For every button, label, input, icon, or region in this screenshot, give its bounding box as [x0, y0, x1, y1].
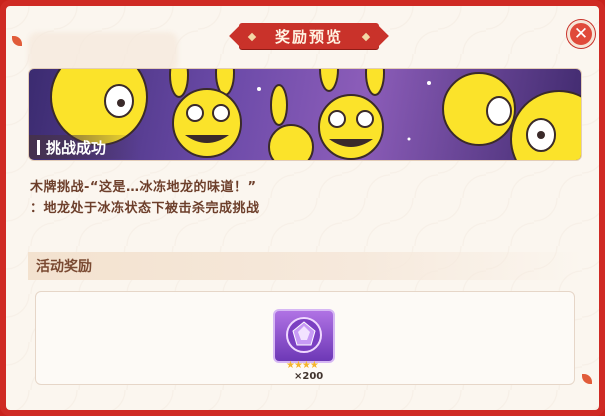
blurred-header-area [28, 32, 178, 72]
dialog-title: 奖励预览 [239, 23, 379, 49]
reward-quantity: ×200 [294, 371, 324, 382]
dialog-title-text: 奖励预览 [274, 27, 343, 46]
challenge-description-line1: 木牌挑战-“这是…冰冻地龙的味道！” [30, 180, 257, 195]
banner-label-text: 挑战成功 [46, 138, 107, 157]
close-button[interactable]: ✕ [567, 20, 595, 48]
rewards-section-header: 活动奖励 [28, 252, 582, 280]
challenge-description-line2: ：地龙处于冰冻状态下被击杀完成挑战 [30, 201, 260, 216]
challenge-banner: 挑战成功 [28, 68, 582, 161]
diamond-ornament-icon [247, 32, 257, 42]
close-icon: ✕ [573, 24, 589, 44]
reward-star-rating: ★★★★ [286, 360, 319, 371]
purple-gem-icon [286, 317, 322, 353]
banner-label: 挑战成功 [29, 135, 141, 159]
diamond-ornament-icon [361, 32, 371, 42]
reward-item[interactable] [273, 309, 335, 363]
reward-preview-dialog: 奖励预览 ✕ 挑战成功 木牌挑战-“这是…冰冻地龙的味道！” ：地龙处于冰冻状态… [0, 0, 605, 416]
label-bar-icon [37, 139, 40, 155]
